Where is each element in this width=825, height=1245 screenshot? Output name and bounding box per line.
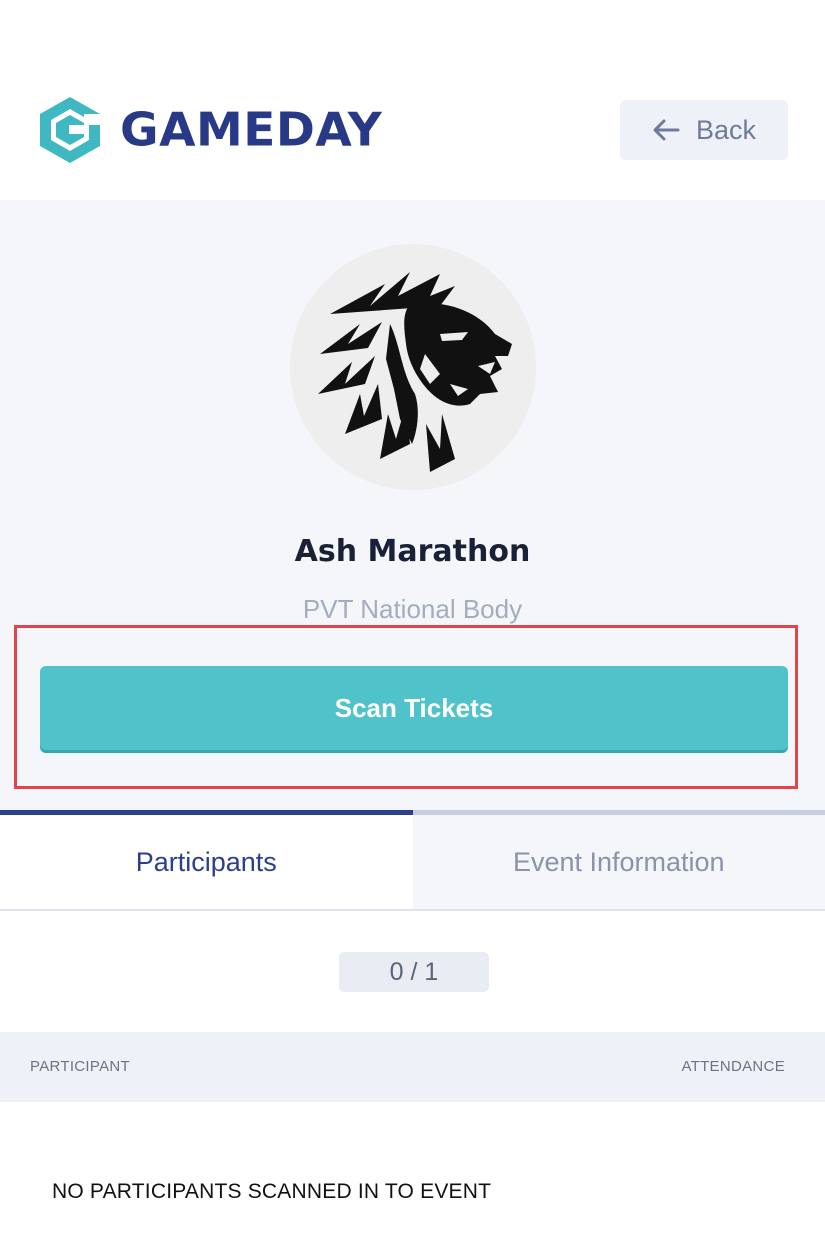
tab-event-information[interactable]: Event Information xyxy=(412,810,825,909)
event-summary: Ash Marathon PVT National Body Scan Tick… xyxy=(0,200,825,810)
back-button[interactable]: Back xyxy=(620,100,788,160)
back-button-label: Back xyxy=(695,114,757,145)
tab-bar: Participants Event Information xyxy=(0,810,825,911)
arrow-left-icon xyxy=(653,119,680,141)
tab-event-information-label: Event Information xyxy=(512,846,725,877)
gameday-logo-icon xyxy=(40,97,100,163)
gameday-logo: GAMEDAY xyxy=(38,95,382,165)
event-avatar xyxy=(290,244,536,490)
participants-table-header: PARTICIPANT ATTENDANCE xyxy=(0,1032,825,1102)
column-participant: PARTICIPANT xyxy=(30,1058,130,1075)
lion-logo-icon xyxy=(318,272,512,472)
app-header: GAMEDAY Back xyxy=(0,0,825,200)
tab-participants[interactable]: Participants xyxy=(0,810,413,909)
event-title: Ash Marathon xyxy=(294,534,531,569)
participant-count-badge: 0 / 1 xyxy=(339,952,489,992)
column-attendance: ATTENDANCE xyxy=(681,1058,785,1075)
organisation-name: PVT National Body xyxy=(302,594,523,624)
brand-name: GAMEDAY xyxy=(120,103,383,157)
scan-tickets-button[interactable]: Scan Tickets xyxy=(40,666,788,750)
empty-state-message: NO PARTICIPANTS SCANNED IN TO EVENT xyxy=(52,1180,492,1203)
tab-participants-label: Participants xyxy=(135,846,277,877)
